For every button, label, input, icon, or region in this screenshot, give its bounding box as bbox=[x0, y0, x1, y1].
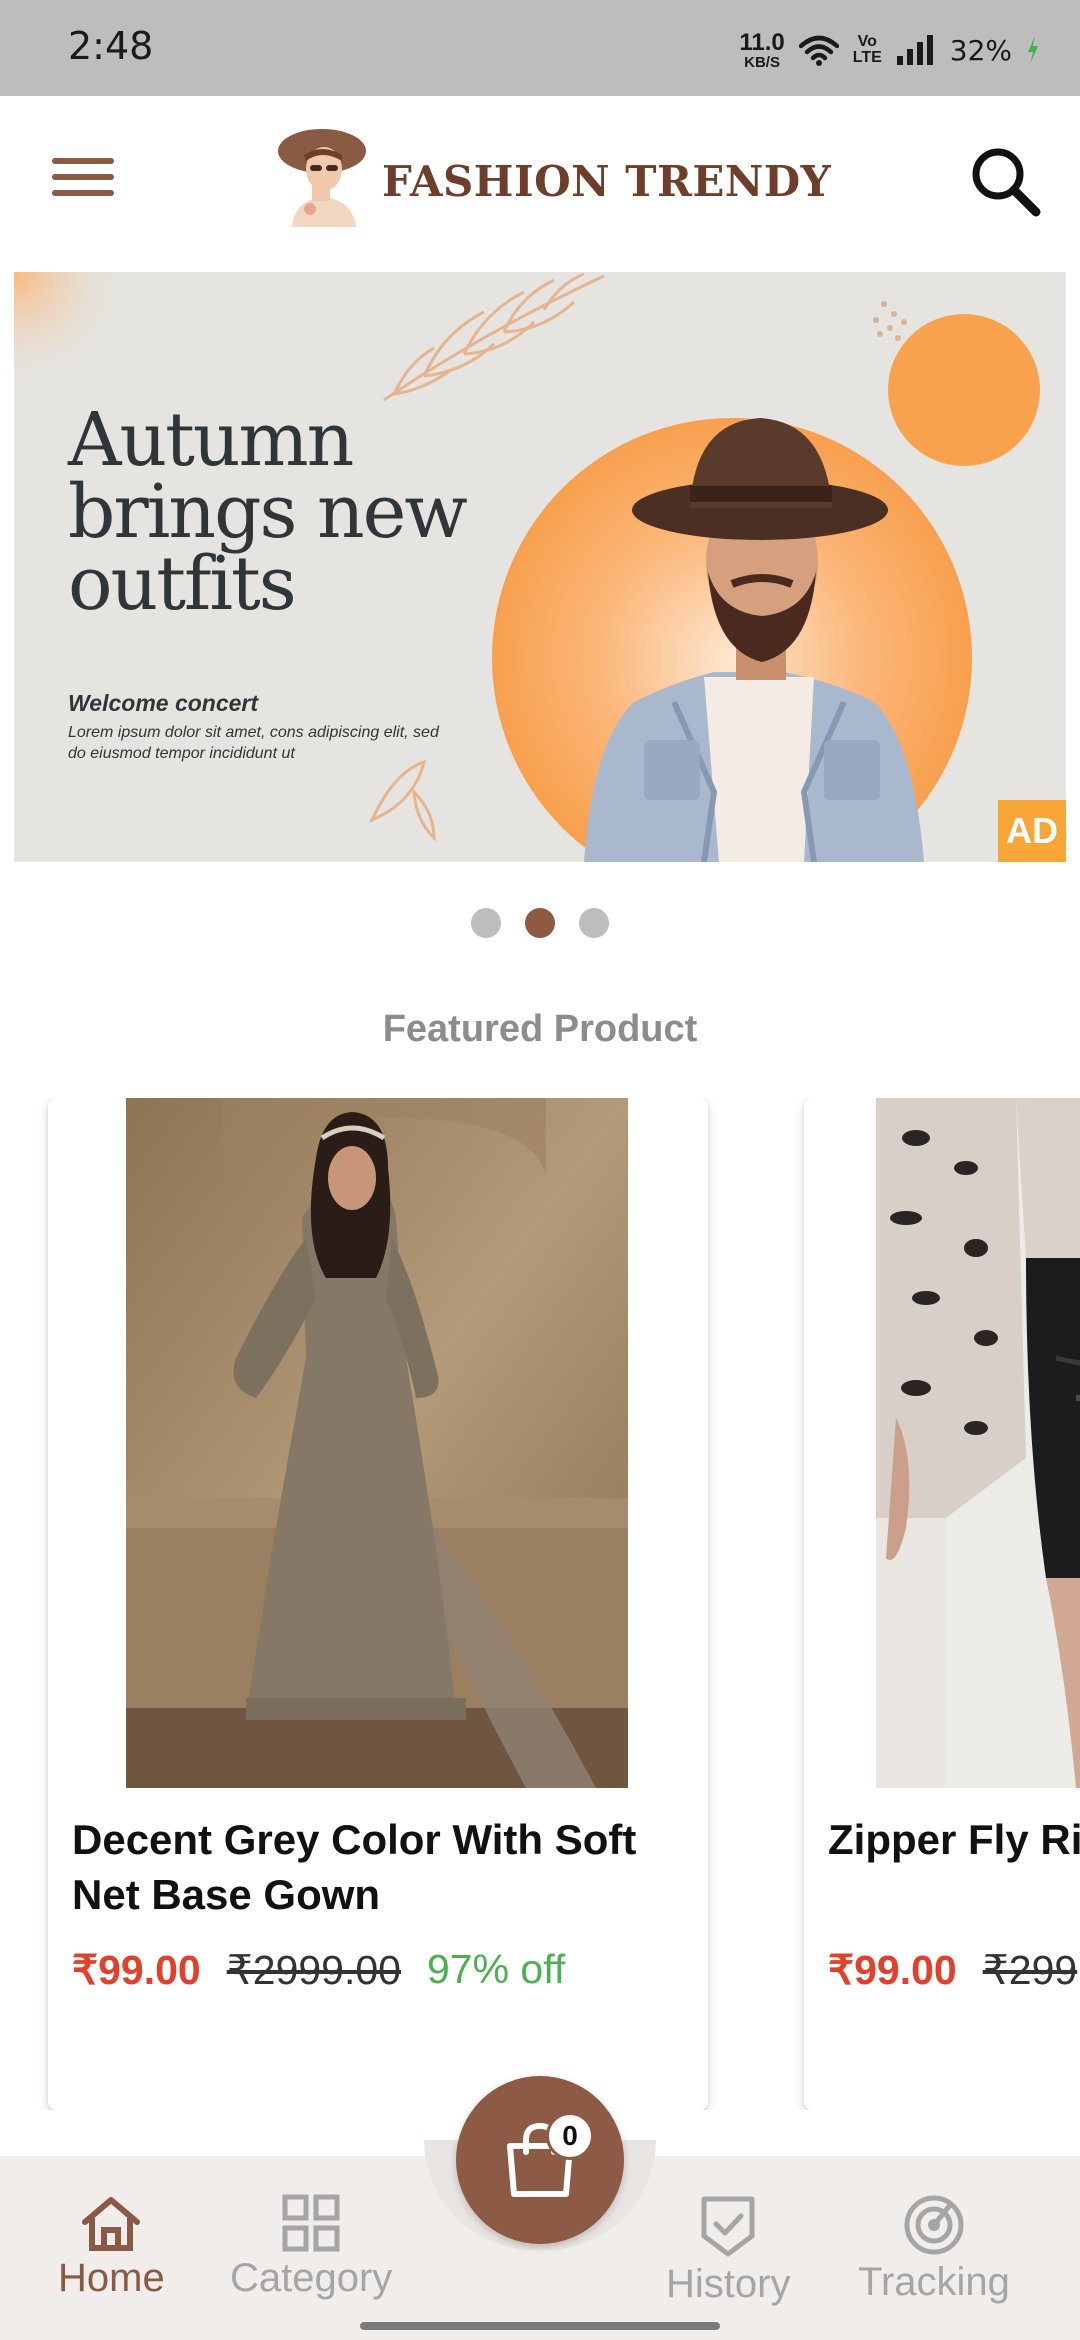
gown-photo bbox=[126, 1098, 628, 1788]
grid-icon bbox=[282, 2194, 340, 2252]
status-bar: 2:48 11.0 KB/S Vo LTE 32% bbox=[0, 0, 1080, 96]
nav-history-label: History bbox=[666, 2262, 791, 2306]
featured-product-list[interactable]: Decent Grey Color With Soft Net Base Gow… bbox=[0, 1098, 1080, 2110]
product-original-price: ₹2999.00 bbox=[226, 1947, 401, 1993]
nav-category[interactable]: Category bbox=[230, 2194, 392, 2301]
nav-category-label: Category bbox=[230, 2256, 393, 2300]
denim-shorts-photo bbox=[876, 1098, 1080, 1788]
banner-description: Lorem ipsum dolor sit amet, cons adipisc… bbox=[68, 724, 439, 762]
app-header: FASHION TRENDY bbox=[0, 96, 1080, 268]
hamburger-menu-icon-line bbox=[52, 190, 114, 196]
nav-tracking[interactable]: Tracking bbox=[858, 2194, 1010, 2305]
network-speed-value: 11.0 bbox=[739, 28, 785, 56]
product-price: ₹99.00 bbox=[828, 1947, 957, 1993]
ad-badge: AD bbox=[998, 800, 1066, 862]
carousel-indicator bbox=[0, 908, 1080, 938]
battery-percent: 32% bbox=[949, 33, 1012, 67]
app-screen: 2:48 11.0 KB/S Vo LTE 32% FASHION TRENDY… bbox=[0, 0, 1080, 2340]
banner-subtitle: Welcome concert bbox=[68, 690, 259, 716]
nav-home-label: Home bbox=[58, 2256, 165, 2300]
search-button[interactable] bbox=[968, 144, 1044, 220]
brand-name: FASHION TRENDY bbox=[382, 156, 832, 206]
hamburger-menu-icon-line bbox=[52, 158, 114, 164]
promo-banner[interactable]: Autumn brings new outfits Welcome concer… bbox=[14, 272, 1066, 862]
product-name: Decent Grey Color With Soft Net Base Gow… bbox=[72, 1816, 637, 1918]
product-card[interactable]: Zipper Fly Ri Hem Denim S ₹99.00 ₹299 bbox=[804, 1098, 1080, 2110]
menu-button[interactable] bbox=[52, 158, 114, 206]
radar-icon bbox=[904, 2195, 964, 2255]
banner-headline: Autumn brings new outfits bbox=[68, 397, 468, 627]
network-speed: 11.0 KB/S bbox=[739, 28, 785, 71]
carousel-dot-2[interactable] bbox=[525, 908, 555, 938]
fashion-woman-logo-icon bbox=[278, 129, 366, 227]
product-price: ₹99.00 bbox=[72, 1947, 201, 1993]
brand-logo[interactable]: FASHION TRENDY bbox=[272, 126, 831, 236]
cart-button[interactable]: 0 bbox=[456, 2076, 624, 2244]
product-discount: 97% off bbox=[426, 1946, 566, 1992]
volte-top: Vo bbox=[857, 33, 877, 50]
home-icon bbox=[82, 2197, 141, 2251]
product-prices: ₹99.00 ₹299 bbox=[828, 1946, 1077, 1994]
volte-icon: Vo LTE bbox=[853, 34, 882, 66]
product-name: Zipper Fly Ri Hem Denim S bbox=[828, 1816, 1080, 1863]
carousel-dot-1[interactable] bbox=[471, 908, 501, 938]
cart-count-badge: 0 bbox=[546, 2112, 594, 2160]
wifi-icon bbox=[798, 35, 839, 66]
network-speed-unit: KB/S bbox=[744, 53, 780, 71]
nav-tracking-label: Tracking bbox=[858, 2260, 1010, 2304]
nav-history[interactable]: History bbox=[666, 2194, 790, 2307]
home-indicator[interactable] bbox=[360, 2322, 720, 2330]
status-icons: 11.0 KB/S Vo LTE 32% bbox=[739, 26, 1040, 74]
featured-section-title: Featured Product bbox=[382, 1008, 698, 1050]
status-time: 2:48 bbox=[68, 24, 154, 68]
volte-bottom: LTE bbox=[852, 49, 882, 66]
search-icon bbox=[972, 148, 1041, 217]
product-card[interactable]: Decent Grey Color With Soft Net Base Gow… bbox=[48, 1098, 708, 2110]
product-image[interactable] bbox=[126, 1098, 628, 1788]
shield-check-icon bbox=[701, 2196, 755, 2257]
nav-home[interactable]: Home bbox=[58, 2194, 165, 2301]
hamburger-menu-icon-line bbox=[52, 174, 114, 180]
product-prices: ₹99.00 ₹2999.00 97% off bbox=[72, 1946, 565, 1994]
charging-icon bbox=[1028, 36, 1038, 64]
signal-icon bbox=[896, 35, 933, 65]
carousel-dot-3[interactable] bbox=[579, 908, 609, 938]
product-image[interactable] bbox=[876, 1098, 1080, 1788]
product-original-price: ₹299 bbox=[982, 1947, 1078, 1993]
